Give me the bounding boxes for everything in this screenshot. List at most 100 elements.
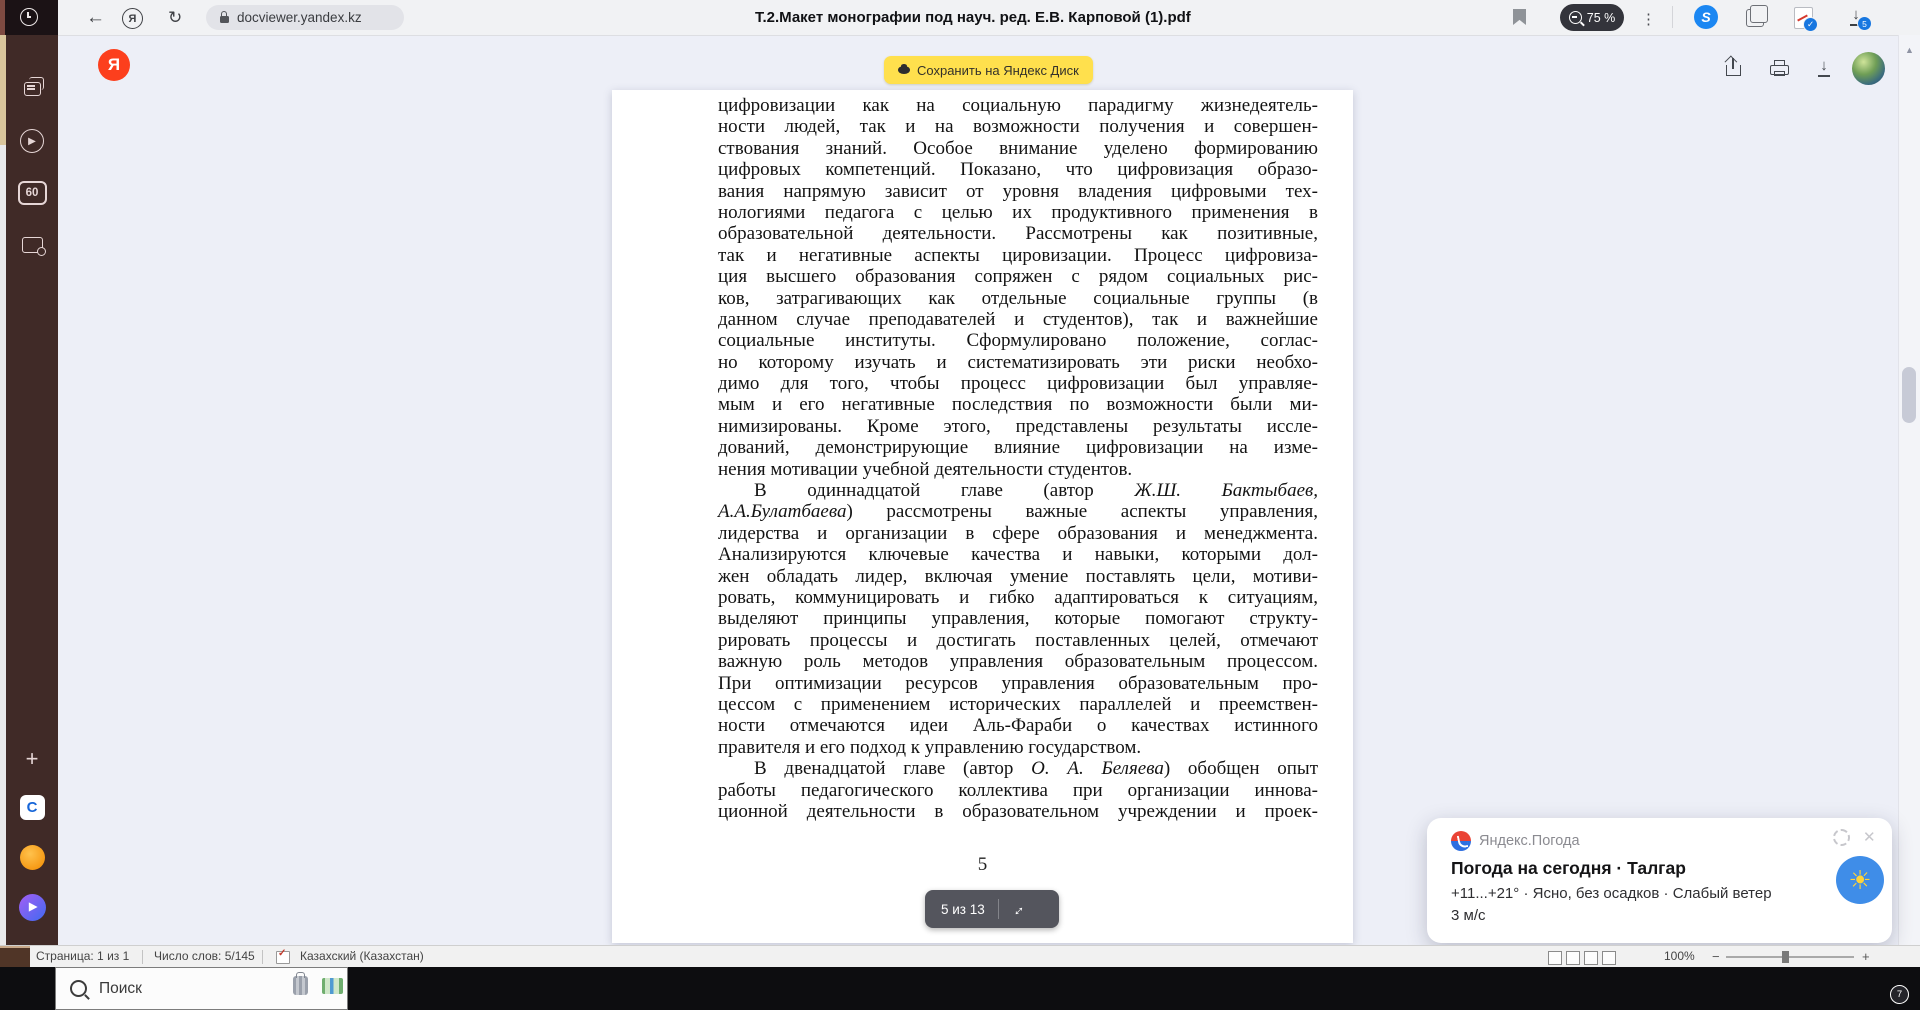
- sidebar-item-services[interactable]: [6, 839, 58, 875]
- sidebar-item-video[interactable]: ▶: [6, 123, 58, 159]
- screenshot-camera-icon: [21, 237, 46, 256]
- collections-icon: [1746, 5, 1768, 27]
- yandex-weather-icon: [1451, 831, 1471, 851]
- text-line: ция высшего образования сопряжен с рядом…: [718, 266, 1318, 288]
- fullscreen-expand-icon[interactable]: ↔: [1006, 898, 1029, 921]
- toolbar-separator: [1672, 6, 1673, 28]
- word-word-count[interactable]: Число слов: 5/145: [154, 946, 255, 968]
- sidebar-item-c-app[interactable]: C: [6, 789, 58, 825]
- text-line: В двенадцатой главе (автор О. А. Беляева…: [754, 758, 1319, 780]
- word-language[interactable]: Казахский (Казахстан): [300, 946, 424, 968]
- browser-topbar: ← Я ↻ docviewer.yandex.kz Т.2.Макет моно…: [0, 0, 1920, 36]
- yandex-circle-icon: Я: [122, 8, 143, 29]
- text-line: ционной деятельности в образовательном у…: [718, 800, 1318, 822]
- sidebar-item-speed[interactable]: 60: [6, 175, 58, 211]
- text-line: выделяют принципы управления, которые по…: [718, 608, 1318, 630]
- user-avatar[interactable]: [1852, 52, 1885, 85]
- pdf-page: цифровизации как на социальную парадигму…: [612, 90, 1353, 943]
- address-bar[interactable]: docviewer.yandex.kz: [206, 5, 404, 30]
- text-line: дований, демонстрирующие влияние цифрови…: [718, 437, 1318, 459]
- back-button[interactable]: ←: [86, 0, 105, 35]
- sidebar-item-screenshot[interactable]: [6, 227, 58, 263]
- refresh-button[interactable]: ↻: [168, 0, 182, 35]
- history-clock-icon: [20, 8, 38, 26]
- lock-icon: [220, 11, 229, 23]
- history-panel-button[interactable]: [0, 0, 58, 35]
- speed-badge-icon: 60: [17, 181, 47, 205]
- share-button[interactable]: [1724, 55, 1741, 76]
- pdf-extension-button[interactable]: ✓: [1794, 7, 1818, 32]
- weather-wind-speed: 3 м/с: [1451, 907, 1486, 924]
- downloads-button[interactable]: ↓ 5: [1848, 6, 1872, 31]
- browser-menu-button[interactable]: ⋮: [1641, 10, 1656, 28]
- zoom-out-magnifier-icon: [1568, 11, 1582, 24]
- alice-assistant-icon: [18, 893, 46, 921]
- text-line: ности отмечаются идеи Аль-Фараби о качес…: [718, 715, 1318, 737]
- text-line: димо для того, чтобы процесс цифровизаци…: [718, 373, 1318, 395]
- download-file-button[interactable]: ↓: [1816, 57, 1832, 78]
- check-badge-icon: ✓: [1803, 17, 1818, 32]
- bookmark-button[interactable]: [1513, 9, 1526, 25]
- shazam-extension-button[interactable]: S: [1694, 5, 1718, 29]
- web-layout-view-icon[interactable]: [1584, 951, 1598, 965]
- zoom-level: 75 %: [1586, 10, 1616, 25]
- page-indicator-label: 5 из 13: [941, 901, 985, 917]
- text-line: данном случае преподавателей и студентов…: [718, 308, 1318, 330]
- text-line: нимизированы. Кроме этого, представлены …: [718, 415, 1318, 437]
- zoom-out-button[interactable]: −: [1712, 946, 1720, 968]
- downloads-count-badge: 5: [1857, 16, 1872, 31]
- word-page-count[interactable]: Страница: 1 из 1: [36, 946, 129, 968]
- yandex-home-button[interactable]: Я: [122, 8, 143, 29]
- sidebar-item-tabs[interactable]: [6, 71, 58, 107]
- text-line: социальные институты. Сформулировано пол…: [718, 330, 1318, 352]
- collections-extension-button[interactable]: [1746, 5, 1768, 27]
- sidebar-add-button[interactable]: +: [6, 741, 58, 777]
- outline-view-icon[interactable]: [1602, 951, 1616, 965]
- text-line: ности людей, так и на возможности получе…: [718, 116, 1318, 138]
- print-button[interactable]: [1770, 60, 1789, 76]
- notification-count-badge: 7: [1890, 985, 1909, 1004]
- text-line: ровать, коммуницировать и гибко адаптиро…: [718, 586, 1318, 608]
- text-line: образовательной деятельности. Рассмотрен…: [718, 223, 1318, 245]
- spellcheck-icon[interactable]: [276, 948, 290, 964]
- yandex-logo[interactable]: Я: [98, 49, 130, 81]
- text-line: Анализируются ключевые качества и навыки…: [718, 544, 1318, 566]
- viewer-scrollbar-thumb[interactable]: [1902, 367, 1916, 423]
- world-map-icon: [322, 978, 343, 994]
- print-layout-view-icon[interactable]: [1566, 951, 1580, 965]
- save-button-label: Сохранить на Яндекс Диск: [917, 62, 1079, 78]
- browser-sidebar: ▶ 60 + C ⋯: [6, 35, 58, 967]
- text-line: рировать процессы и достигать поставленн…: [718, 629, 1318, 651]
- windows-taskbar: Поиск Я Y EC W M X ☎: [0, 967, 1920, 1010]
- weather-close-icon[interactable]: ✕: [1863, 828, 1876, 846]
- page-indicator-pill[interactable]: 5 из 13 ↔: [925, 890, 1059, 928]
- printer-icon: [1770, 60, 1789, 76]
- play-icon: ▶: [20, 129, 44, 153]
- taskbar-search-input[interactable]: Поиск: [55, 967, 348, 1010]
- zoom-slider-track[interactable]: [1726, 956, 1854, 958]
- bookmark-icon: [1513, 9, 1526, 25]
- word-status-bar: Страница: 1 из 1 Число слов: 5/145 Казах…: [0, 945, 1920, 970]
- scroll-up-arrow[interactable]: ▲: [1905, 45, 1914, 55]
- text-line: так и негативные аспекты цировизации. Пр…: [718, 244, 1318, 266]
- zoom-slider-thumb[interactable]: [1782, 951, 1789, 963]
- text-line: нологиями педагога с целью их продуктивн…: [718, 201, 1318, 223]
- download-arrow-icon: ↓ 5: [1848, 6, 1872, 31]
- text-line: цифровизации как на социальную парадигму…: [718, 95, 1318, 116]
- weather-title: Погода на сегодня · Талгар: [1451, 858, 1686, 878]
- viewer-scrollbar-track[interactable]: ▲: [1898, 35, 1920, 945]
- word-zoom-level[interactable]: 100%: [1664, 946, 1695, 968]
- weather-app-name: Яндекс.Погода: [1479, 833, 1580, 849]
- search-icon: [70, 980, 87, 997]
- weather-widget[interactable]: Яндекс.Погода ✕ Погода на сегодня · Талг…: [1427, 818, 1892, 943]
- save-to-yandex-disk-button[interactable]: Сохранить на Яндекс Диск: [884, 56, 1093, 84]
- text-line: работы педагогического коллектива при ор…: [718, 779, 1318, 801]
- page-zoom-control[interactable]: 75 %: [1560, 4, 1624, 31]
- sidebar-item-alice[interactable]: [6, 889, 58, 925]
- c-app-icon: C: [19, 794, 45, 820]
- statusbar-separator: [142, 950, 143, 964]
- zoom-in-button[interactable]: +: [1862, 946, 1870, 968]
- read-mode-view-icon[interactable]: [1548, 951, 1562, 965]
- text-line: В одиннадцатой главе (автор Ж.Ш. Бактыба…: [754, 480, 1319, 502]
- weather-settings-gear-icon[interactable]: [1833, 829, 1850, 846]
